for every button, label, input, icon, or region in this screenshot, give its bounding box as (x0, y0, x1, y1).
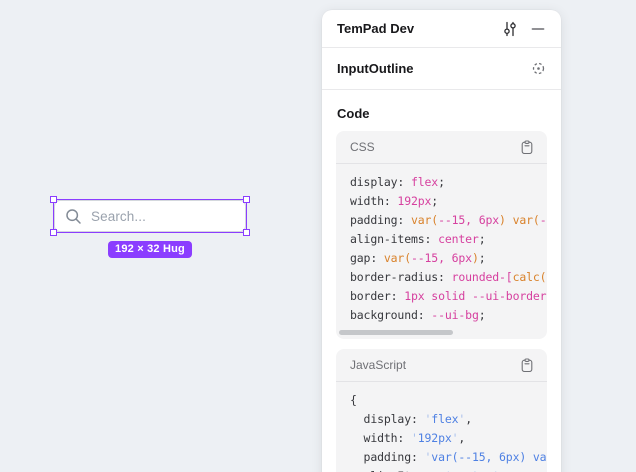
javascript-block-label: JavaScript (350, 358, 517, 372)
selected-component[interactable]: Search... (54, 200, 246, 232)
tempad-dev-panel: TemPad Dev InputOutline Code C (322, 10, 561, 472)
javascript-block-header: JavaScript (336, 349, 547, 382)
settings-sliders-icon[interactable] (500, 19, 520, 39)
copy-icon[interactable] (517, 137, 537, 157)
search-placeholder: Search... (91, 209, 146, 224)
panel-header: TemPad Dev (322, 10, 561, 48)
css-block-label: CSS (350, 140, 517, 154)
search-icon (65, 208, 82, 225)
javascript-code-block: JavaScript { display: 'flex', width: '19… (336, 349, 547, 472)
javascript-code: { display: 'flex', width: '192px', paddi… (336, 382, 547, 472)
selection-size-badge: 192 × 32 Hug (108, 241, 192, 258)
locate-target-icon[interactable] (528, 59, 548, 79)
search-input[interactable]: Search... (54, 200, 246, 232)
css-code-block: CSS display: flex;width: 192px;padding: … (336, 131, 547, 339)
minimize-icon[interactable] (528, 19, 548, 39)
panel-title: TemPad Dev (337, 21, 500, 36)
copy-icon[interactable] (517, 355, 537, 375)
selected-node-row: InputOutline (322, 48, 561, 90)
css-code: display: flex;width: 192px;padding: var(… (336, 164, 547, 339)
css-block-header: CSS (336, 131, 547, 164)
horizontal-scrollbar[interactable] (339, 330, 453, 335)
code-section-title: Code (322, 90, 561, 131)
selected-node-name: InputOutline (337, 61, 528, 76)
